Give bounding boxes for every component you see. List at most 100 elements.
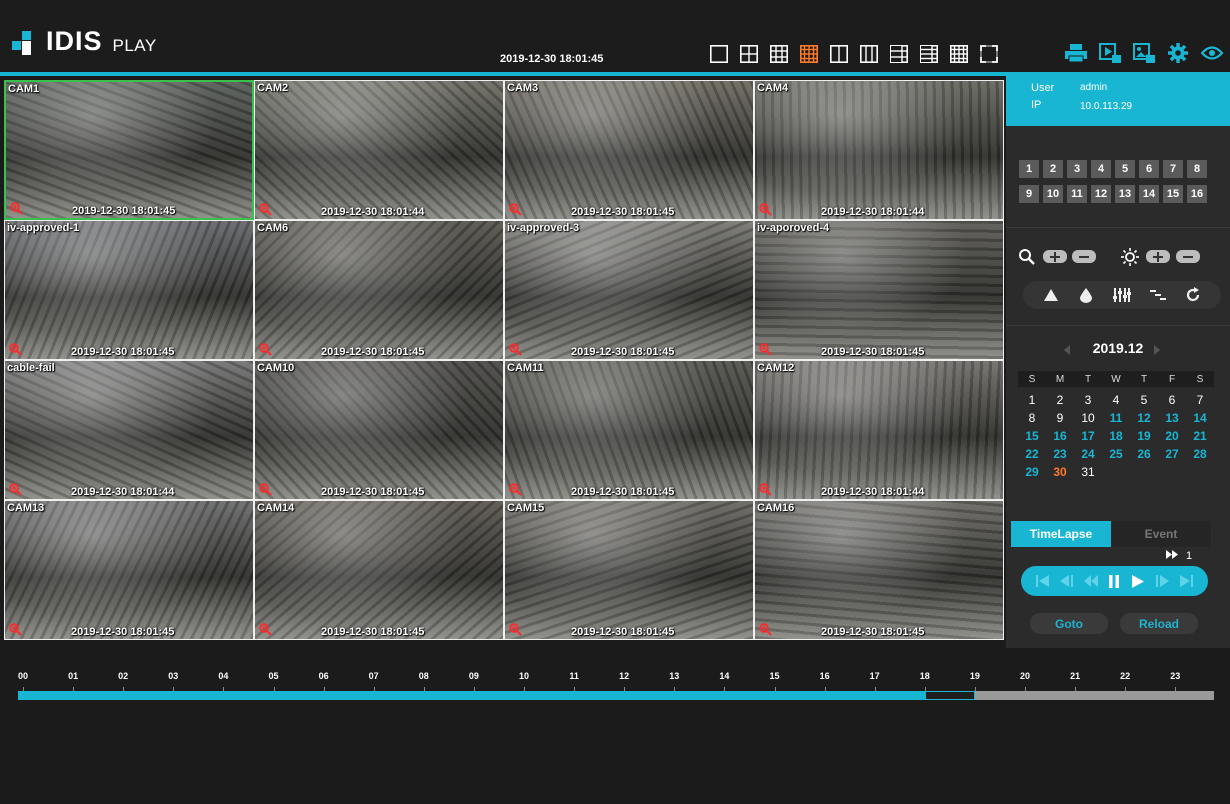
skip-to-start-button[interactable] (1035, 573, 1051, 589)
rewind-button[interactable] (1083, 573, 1099, 589)
channel-button[interactable]: 15 (1163, 185, 1183, 203)
digital-zoom-icon[interactable] (259, 623, 272, 636)
digital-zoom-icon[interactable] (9, 343, 22, 356)
calendar-day[interactable]: 16 (1046, 427, 1074, 445)
calendar-day[interactable]: 3 (1074, 391, 1102, 409)
pause-button[interactable] (1106, 573, 1122, 589)
channel-button[interactable]: 8 (1187, 160, 1207, 178)
channel-button[interactable]: 12 (1091, 185, 1111, 203)
layout-1x1-button[interactable] (710, 45, 730, 65)
reload-button[interactable]: Reload (1120, 613, 1198, 634)
calendar-day[interactable]: 11 (1102, 409, 1130, 427)
brightness-up-button[interactable] (1146, 250, 1170, 263)
calendar-day[interactable]: 29 (1018, 463, 1046, 481)
channel-button[interactable]: 11 (1067, 185, 1087, 203)
calendar-day[interactable]: 26 (1130, 445, 1158, 463)
camera-tile[interactable]: cable-fail 2019-12-30 18:01:44 (4, 360, 254, 500)
snapshot-button[interactable] (1132, 42, 1156, 66)
export-clip-button[interactable] (1098, 42, 1122, 66)
print-button[interactable] (1064, 43, 1088, 66)
digital-zoom-icon[interactable] (509, 343, 522, 356)
digital-zoom-icon[interactable] (509, 483, 522, 496)
digital-zoom-icon[interactable] (759, 203, 772, 216)
digital-zoom-icon[interactable] (9, 623, 22, 636)
calendar-day[interactable]: 1 (1018, 391, 1046, 409)
layout-3x3-button[interactable] (770, 45, 790, 65)
calendar-day[interactable]: 17 (1074, 427, 1102, 445)
step-back-button[interactable] (1059, 573, 1075, 589)
camera-tile[interactable]: CAM1 2019-12-30 18:01:45 (4, 80, 254, 220)
sharpen-icon[interactable] (1041, 285, 1061, 305)
skip-to-end-button[interactable] (1178, 573, 1194, 589)
calendar-day[interactable]: 28 (1186, 445, 1214, 463)
camera-tile[interactable]: CAM14 2019-12-30 18:01:45 (254, 500, 504, 640)
channel-button[interactable]: 14 (1139, 185, 1159, 203)
calendar-day[interactable]: 20 (1158, 427, 1186, 445)
channel-button[interactable]: 10 (1043, 185, 1063, 203)
digital-zoom-icon[interactable] (259, 483, 272, 496)
zoom-in-button[interactable] (1043, 250, 1067, 263)
calendar-day[interactable]: 4 (1102, 391, 1130, 409)
camera-tile[interactable]: CAM6 2019-12-30 18:01:45 (254, 220, 504, 360)
digital-zoom-icon[interactable] (10, 202, 23, 215)
channel-button[interactable]: 2 (1043, 160, 1063, 178)
camera-tile[interactable]: CAM3 2019-12-30 18:01:45 (504, 80, 754, 220)
channel-button[interactable]: 9 (1019, 185, 1039, 203)
camera-tile[interactable]: iv-aporoved-4 2019-12-30 18:01:45 (754, 220, 1004, 360)
settings-gear-button[interactable] (1166, 42, 1190, 66)
channel-button[interactable]: 1 (1019, 160, 1039, 178)
equalizer-icon[interactable] (1112, 285, 1132, 305)
goto-button[interactable]: Goto (1030, 613, 1108, 634)
color-drop-icon[interactable] (1076, 285, 1096, 305)
calendar-day[interactable]: 9 (1046, 409, 1074, 427)
camera-tile[interactable]: CAM12 2019-12-30 18:01:44 (754, 360, 1004, 500)
camera-tile[interactable]: CAM11 2019-12-30 18:01:45 (504, 360, 754, 500)
digital-zoom-icon[interactable] (509, 203, 522, 216)
calendar-day[interactable]: 12 (1130, 409, 1158, 427)
timeline-track[interactable] (18, 691, 1214, 700)
digital-zoom-icon[interactable] (759, 343, 772, 356)
calendar-day[interactable]: 7 (1186, 391, 1214, 409)
camera-tile[interactable]: CAM13 2019-12-30 18:01:45 (4, 500, 254, 640)
camera-tile[interactable]: iv-approved-3 2019-12-30 18:01:45 (504, 220, 754, 360)
zoom-out-button[interactable] (1072, 250, 1096, 263)
channel-button[interactable]: 13 (1115, 185, 1135, 203)
layout-1plus5-button[interactable] (890, 45, 910, 65)
calendar-day[interactable]: 24 (1074, 445, 1102, 463)
calendar-day[interactable]: 27 (1158, 445, 1186, 463)
layout-1plus12-button[interactable] (950, 45, 970, 65)
refresh-icon[interactable] (1183, 285, 1203, 305)
calendar-day[interactable]: 5 (1130, 391, 1158, 409)
calendar-day[interactable]: 31 (1074, 463, 1102, 481)
digital-zoom-icon[interactable] (759, 623, 772, 636)
channel-button[interactable]: 7 (1163, 160, 1183, 178)
calendar-day[interactable]: 22 (1018, 445, 1046, 463)
digital-zoom-icon[interactable] (9, 483, 22, 496)
tab-timelapse[interactable]: TimeLapse (1011, 521, 1111, 547)
calendar-day[interactable]: 15 (1018, 427, 1046, 445)
camera-tile[interactable]: CAM4 2019-12-30 18:01:44 (754, 80, 1004, 220)
calendar-day[interactable]: 21 (1186, 427, 1214, 445)
calendar-day[interactable]: 18 (1102, 427, 1130, 445)
step-forward-button[interactable] (1154, 573, 1170, 589)
camera-tile[interactable]: CAM15 2019-12-30 18:01:45 (504, 500, 754, 640)
deinterlace-icon[interactable] (1148, 285, 1168, 305)
calendar-day[interactable]: 23 (1046, 445, 1074, 463)
camera-tile[interactable]: CAM10 2019-12-30 18:01:45 (254, 360, 504, 500)
layout-1plus1-button[interactable] (830, 45, 850, 65)
layout-2x2-button[interactable] (740, 45, 760, 65)
play-button[interactable] (1130, 573, 1146, 589)
calendar-day[interactable]: 19 (1130, 427, 1158, 445)
calendar-day[interactable]: 30 (1046, 463, 1074, 481)
camera-tile[interactable]: CAM2 2019-12-30 18:01:44 (254, 80, 504, 220)
digital-zoom-icon[interactable] (759, 483, 772, 496)
digital-zoom-icon[interactable] (509, 623, 522, 636)
calendar-day[interactable]: 25 (1102, 445, 1130, 463)
calendar-day[interactable]: 10 (1074, 409, 1102, 427)
channel-button[interactable]: 3 (1067, 160, 1087, 178)
brightness-down-button[interactable] (1176, 250, 1200, 263)
layout-1plus7-button[interactable] (920, 45, 940, 65)
channel-button[interactable]: 4 (1091, 160, 1111, 178)
camera-tile[interactable]: CAM16 2019-12-30 18:01:45 (754, 500, 1004, 640)
calendar-prev-icon[interactable] (1064, 345, 1070, 355)
